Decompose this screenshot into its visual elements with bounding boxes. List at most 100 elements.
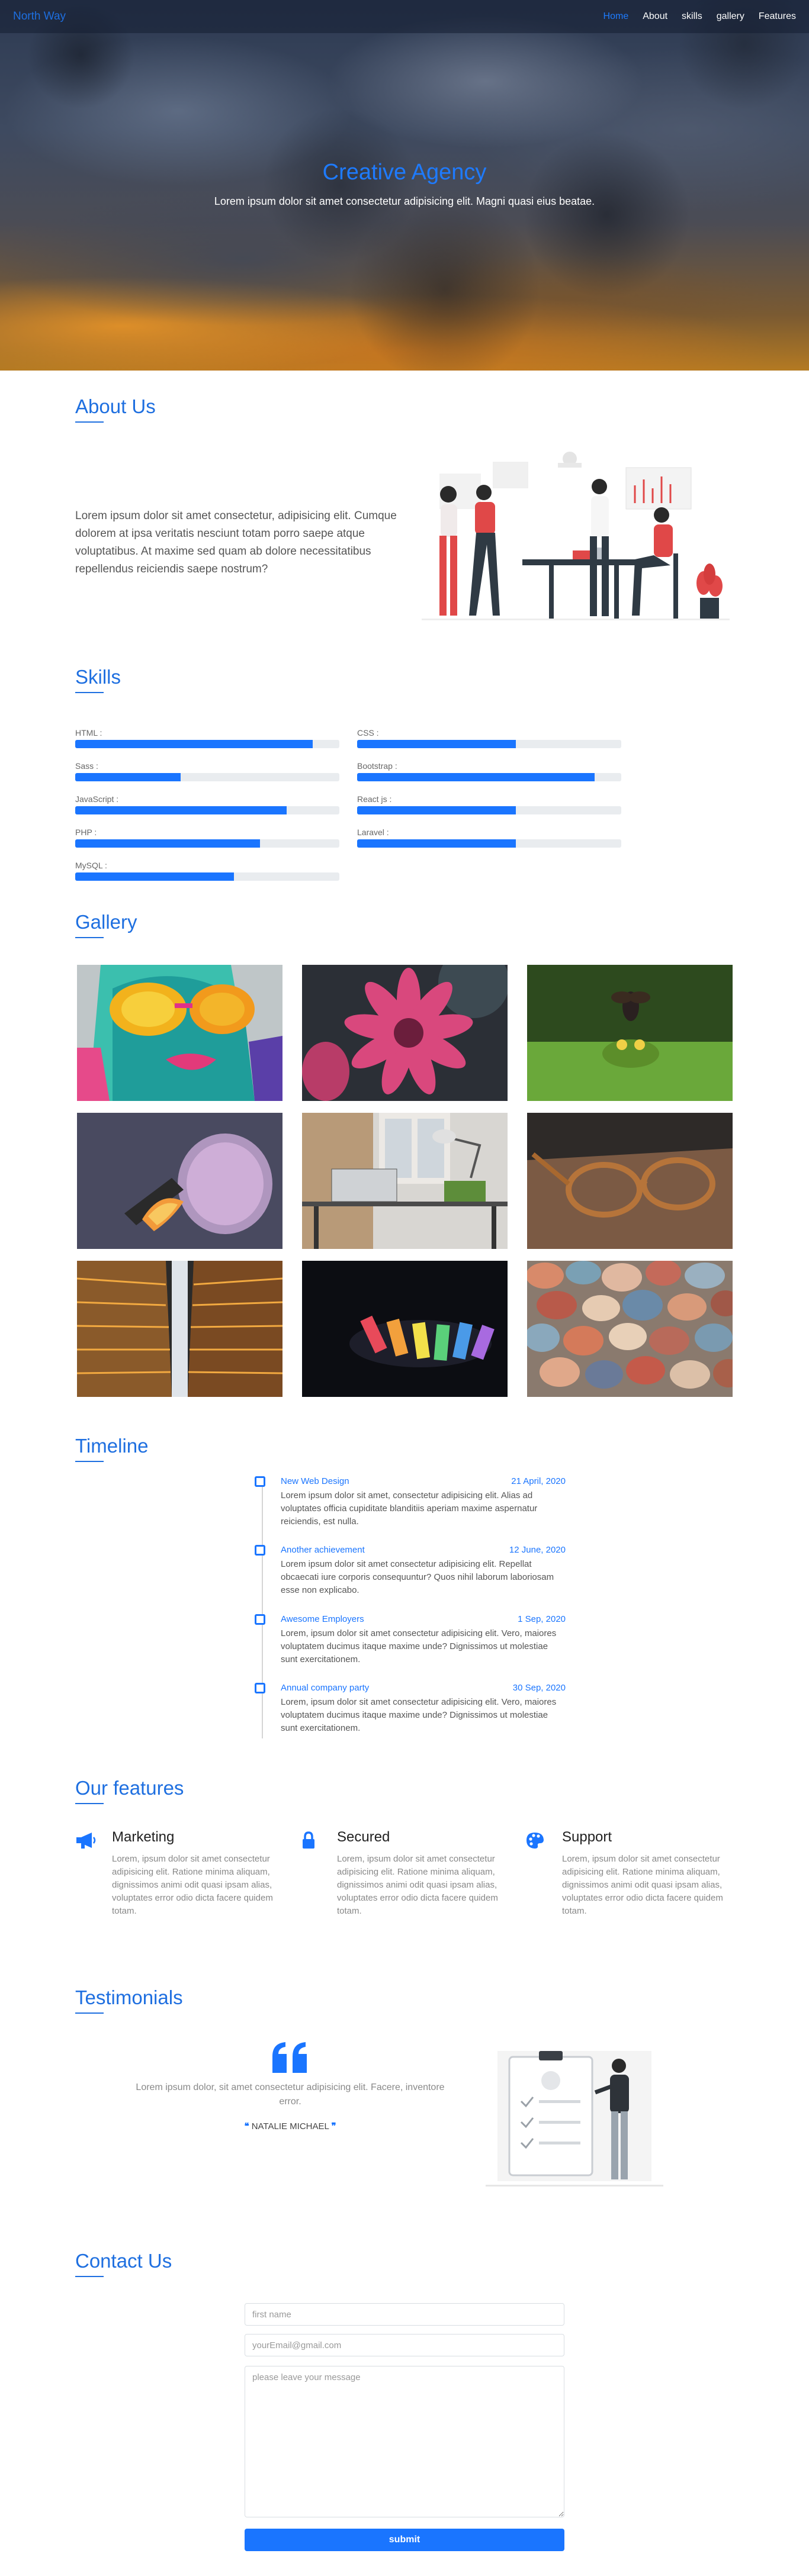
skill-progress-fill [75, 740, 313, 748]
skill-item: PHP : [75, 827, 339, 848]
palette-icon [527, 1833, 544, 1849]
gallery-image-buildings[interactable] [77, 1261, 282, 1397]
skill-item: React js : [357, 794, 621, 814]
timeline-item-title: Awesome Employers [281, 1614, 364, 1624]
lock-icon [303, 1831, 314, 1849]
contact-title: Contact Us [75, 2250, 172, 2272]
hero-banner: Creative Agency Lorem ipsum dolor sit am… [0, 0, 809, 371]
gallery-title-underline [75, 937, 104, 938]
feature-body: Lorem, ipsum dolor sit amet consectetur … [337, 1854, 498, 1916]
skill-progress-track [75, 839, 339, 848]
feature-title: Secured [337, 1829, 390, 1845]
email-input[interactable] [245, 2334, 564, 2356]
feature-body: Lorem, ipsum dolor sit amet consectetur … [562, 1854, 723, 1916]
timeline-title-underline [75, 1461, 104, 1462]
timeline-item-body: Lorem ipsum dolor sit amet consectetur a… [281, 1559, 554, 1595]
skill-item: HTML : [75, 728, 339, 748]
timeline-item-title: Annual company party [281, 1683, 370, 1693]
feature-title: Marketing [112, 1829, 175, 1845]
testimonial-author: ❝ NATALIE MICHAEL ❞ [133, 2121, 447, 2131]
features-title: Our features [75, 1777, 184, 1799]
skill-label: React js : [357, 794, 392, 804]
timeline-item-date: 21 April, 2020 [511, 1476, 566, 1486]
testimonials-title: Testimonials [75, 1986, 183, 2008]
timeline-item-body: Lorem ipsum dolor sit amet, consectetur … [281, 1490, 538, 1527]
skill-item: CSS : [357, 728, 621, 748]
skill-label: Bootstrap : [357, 761, 397, 771]
skill-progress-fill [357, 740, 516, 748]
gallery-image-glasses[interactable] [527, 1113, 733, 1249]
feature-body: Lorem, ipsum dolor sit amet consectetur … [112, 1854, 273, 1916]
first-name-input[interactable] [245, 2303, 564, 2326]
skill-label: Sass : [75, 761, 98, 771]
contact-title-underline [75, 2276, 104, 2277]
skill-progress-fill [75, 806, 287, 814]
gallery-title: Gallery [75, 911, 137, 933]
skills-title: Skills [75, 666, 121, 688]
brand-logo[interactable]: North Way [13, 10, 66, 23]
skill-progress-fill [357, 773, 595, 781]
skill-label: JavaScript : [75, 794, 119, 804]
quote-left-icon: ❝ [244, 2121, 249, 2131]
skill-label: Laravel : [357, 827, 389, 837]
message-textarea[interactable] [245, 2366, 564, 2517]
timeline-item-date: 30 Sep, 2020 [512, 1683, 566, 1693]
skill-progress-track [75, 773, 339, 781]
timeline-item-title: Another achievement [281, 1545, 365, 1555]
nav-link-home[interactable]: Home [603, 11, 629, 22]
checklist-illustration [486, 2051, 663, 2187]
megaphone-icon [76, 1833, 96, 1849]
skill-progress-fill [357, 839, 516, 848]
gallery-image-graffiti-face[interactable] [77, 965, 282, 1101]
gallery-image-pebbles[interactable] [527, 1261, 733, 1397]
timeline-marker [255, 1614, 265, 1625]
hero-cloud-overlay [0, 0, 809, 371]
team-meeting-illustration [422, 452, 730, 620]
about-title: About Us [75, 395, 156, 417]
skill-item: Laravel : [357, 827, 621, 848]
gallery-image-pink-flower[interactable] [302, 965, 508, 1101]
gallery-image-frog[interactable] [527, 965, 733, 1101]
feature-secured: Secured Lorem, ipsum dolor sit amet cons… [300, 1829, 513, 1918]
timeline-marker [255, 1683, 265, 1693]
gallery-image-burning-bulb[interactable] [77, 1113, 282, 1249]
skill-progress-track [357, 806, 621, 814]
timeline-item-body: Lorem, ipsum dolor sit amet consectetur … [281, 1628, 557, 1664]
nav-link-about[interactable]: About [643, 11, 667, 22]
skill-progress-fill [75, 839, 261, 848]
testimonials-title-underline [75, 2012, 104, 2014]
timeline-item-date: 1 Sep, 2020 [518, 1614, 566, 1624]
skill-item: Sass : [75, 761, 339, 781]
about-title-underline [75, 421, 104, 423]
skills-title-underline [75, 692, 104, 693]
skill-progress-fill [75, 773, 181, 781]
skill-label: HTML : [75, 728, 102, 738]
quote-icon [272, 2042, 307, 2073]
skill-progress-track [75, 740, 339, 748]
feature-support: Support Lorem, ipsum dolor sit amet cons… [525, 1829, 739, 1918]
nav-link-features[interactable]: Features [759, 11, 796, 22]
skill-label: CSS : [357, 728, 379, 738]
nav-links: Home About skills gallery Features [603, 11, 796, 22]
timeline-marker [255, 1476, 265, 1487]
feature-title: Support [562, 1829, 612, 1845]
features-title-underline [75, 1803, 104, 1804]
skill-progress-track [357, 740, 621, 748]
quote-right-icon: ❞ [331, 2121, 336, 2131]
nav-link-skills[interactable]: skills [682, 11, 702, 22]
timeline-title: Timeline [75, 1435, 149, 1457]
skill-progress-track [357, 839, 621, 848]
gallery-image-desk-laptop[interactable] [302, 1113, 508, 1249]
skill-progress-track [75, 806, 339, 814]
feature-marketing: Marketing Lorem, ipsum dolor sit amet co… [75, 1829, 288, 1918]
skill-progress-track [75, 872, 339, 881]
hero-title: Creative Agency [322, 160, 487, 185]
submit-button[interactable]: submit [245, 2529, 564, 2551]
skill-progress-track [357, 773, 621, 781]
testimonial-author-name: NATALIE MICHAEL [251, 2121, 329, 2131]
nav-link-gallery[interactable]: gallery [717, 11, 744, 22]
skill-item: Bootstrap : [357, 761, 621, 781]
skill-progress-fill [357, 806, 516, 814]
gallery-image-chalk[interactable] [302, 1261, 508, 1397]
skill-progress-fill [75, 872, 234, 881]
